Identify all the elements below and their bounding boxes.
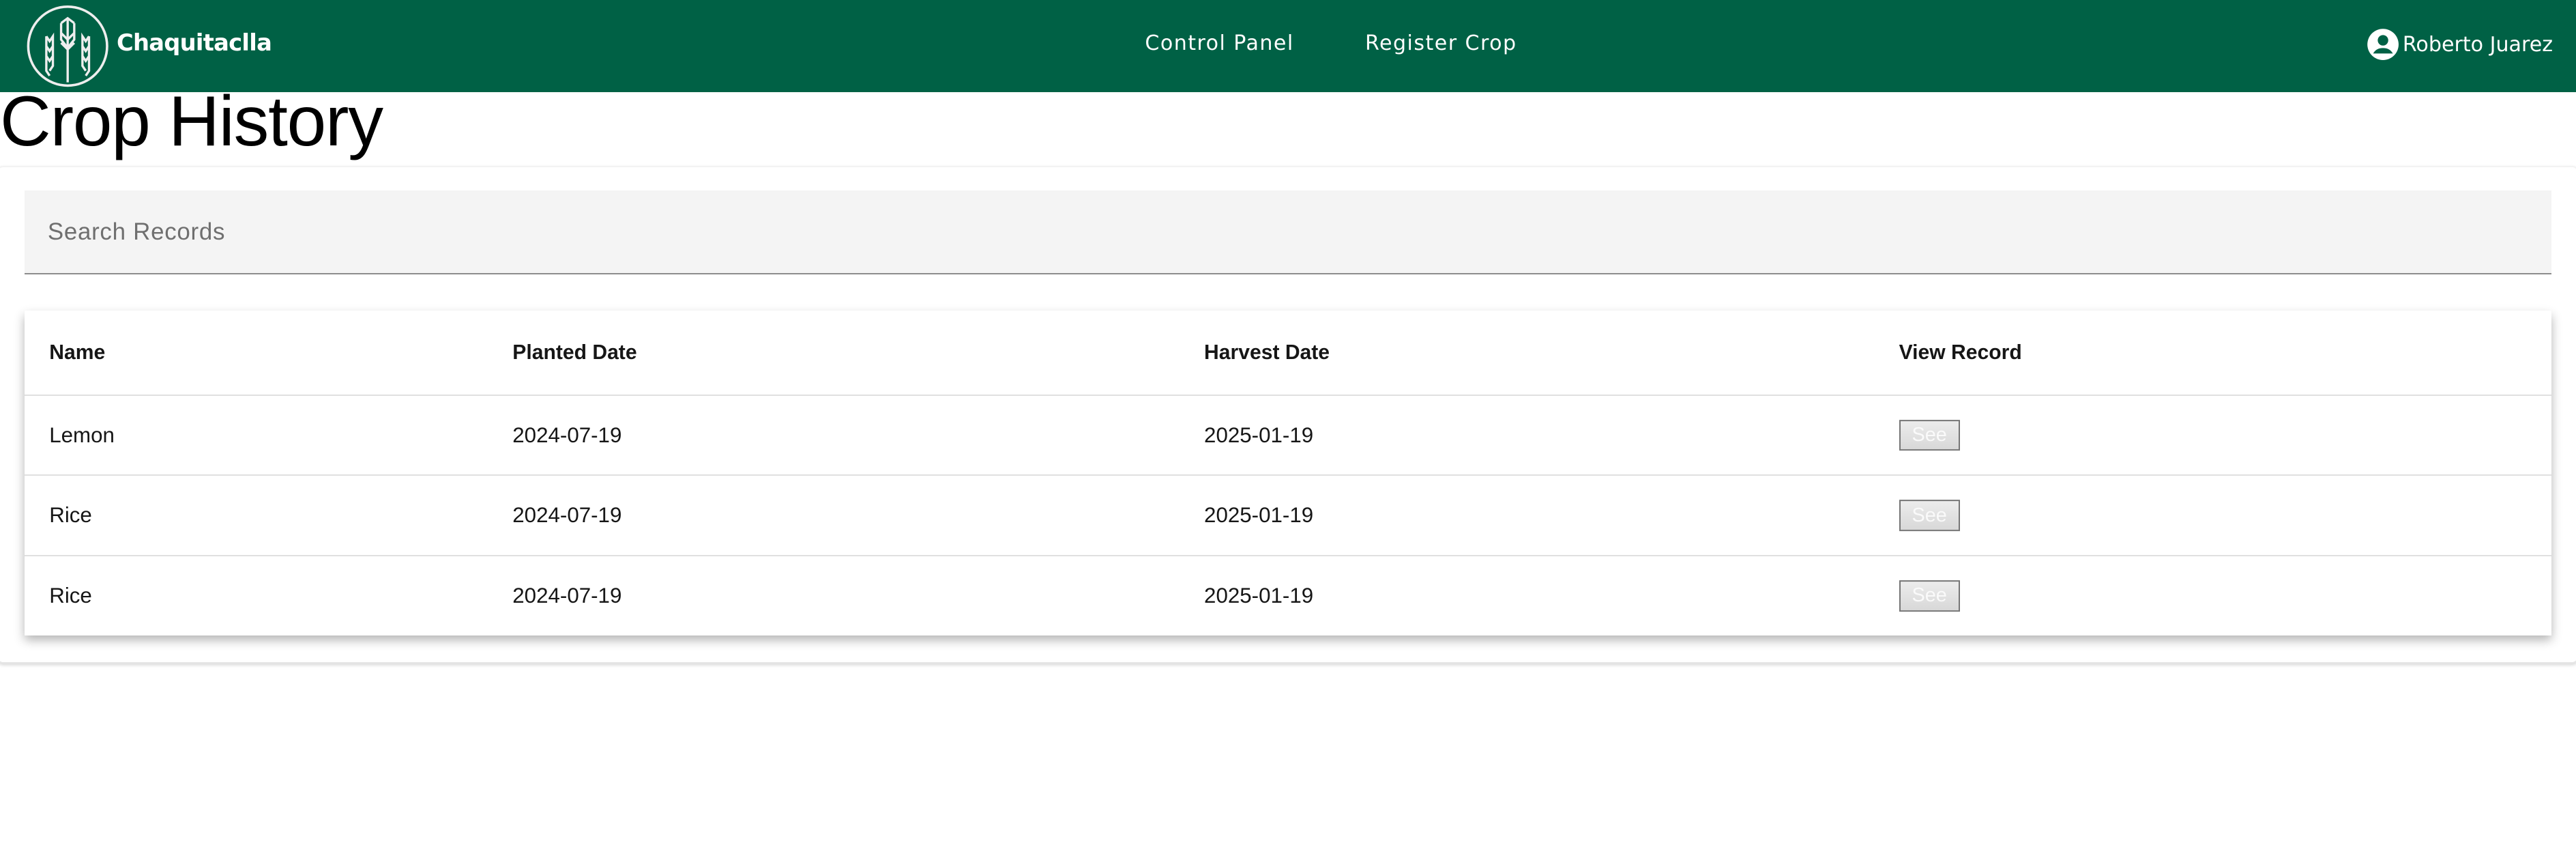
column-header-name: Name (49, 341, 106, 364)
nav-register-crop[interactable]: Register Crop (1365, 31, 1517, 55)
table-row: Rice 2024-07-19 2025-01-19 See (25, 556, 2551, 635)
planted-date: 2024-07-19 (512, 503, 622, 528)
account-circle-icon (2367, 29, 2399, 60)
crop-name: Rice (49, 583, 92, 608)
table-row: Lemon 2024-07-19 2025-01-19 See (25, 396, 2551, 476)
crop-name: Lemon (49, 423, 115, 447)
planted-date: 2024-07-19 (512, 583, 622, 608)
see-record-button[interactable]: See (1899, 500, 1960, 532)
planted-date: 2024-07-19 (512, 423, 622, 447)
harvest-date: 2025-01-19 (1204, 423, 1314, 447)
nav-control-panel[interactable]: Control Panel (1145, 31, 1293, 55)
user-menu[interactable]: Roberto Juarez (2367, 28, 2553, 61)
see-record-button[interactable]: See (1899, 580, 1960, 612)
wheat-logo-icon[interactable] (27, 3, 112, 89)
see-record-button[interactable]: See (1899, 419, 1960, 451)
brand-name[interactable]: Chaquitaclla (117, 29, 272, 56)
user-name: Roberto Juarez (2402, 32, 2553, 57)
crop-name: Rice (49, 503, 92, 528)
table-row: Rice 2024-07-19 2025-01-19 See (25, 476, 2551, 557)
table-header-row: Name Planted Date Harvest Date View Reco… (25, 311, 2551, 396)
column-header-planted-date: Planted Date (512, 341, 637, 364)
harvest-date: 2025-01-19 (1204, 583, 1314, 608)
search-input[interactable] (25, 190, 2551, 275)
column-header-harvest-date: Harvest Date (1204, 341, 1330, 364)
harvest-date: 2025-01-19 (1204, 503, 1314, 528)
top-nav-bar: Chaquitaclla Control Panel Register Crop… (0, 0, 2576, 92)
column-header-view-record: View Record (1899, 341, 2022, 364)
crop-history-table: Name Planted Date Harvest Date View Reco… (25, 311, 2551, 635)
page-title: Crop History (0, 81, 383, 160)
